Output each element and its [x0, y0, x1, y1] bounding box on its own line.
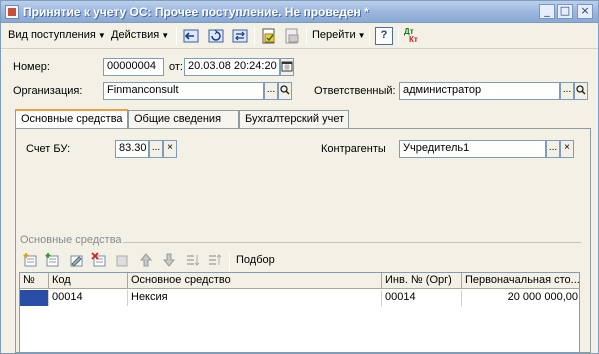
- contractors-clear-button[interactable]: ×: [560, 140, 574, 158]
- column-header-asset[interactable]: Основное средство: [128, 273, 382, 289]
- account-field[interactable]: 83.30: [115, 140, 149, 158]
- row-number-cell[interactable]: [20, 290, 49, 306]
- maximize-button[interactable]: □: [557, 4, 573, 19]
- inventory-cell[interactable]: 00014: [382, 290, 462, 306]
- section-divider: [123, 242, 581, 243]
- toolbar-separator: [398, 27, 399, 45]
- toolbar-separator: [176, 27, 177, 45]
- toolbar: Вид поступления▼ Действия▼ Перейти▼ ?: [1, 24, 598, 49]
- post-document-icon[interactable]: [260, 27, 278, 45]
- contractors-field[interactable]: Учредитель1: [399, 140, 546, 158]
- tab-accounting[interactable]: Бухгалтерский учет: [239, 110, 349, 128]
- dropdown-arrow-icon: ▼: [97, 31, 106, 40]
- responsible-open-button[interactable]: [574, 82, 588, 100]
- delete-row-icon[interactable]: [90, 251, 108, 269]
- dropdown-arrow-icon: ▼: [357, 31, 366, 40]
- table-header: № Код Основное средство Инв. № (Орг) Пер…: [20, 273, 581, 289]
- window-title: Принятие к учету ОС: Прочее поступление.…: [23, 5, 369, 19]
- number-label: Номер:: [13, 61, 50, 73]
- column-header-initial-cost[interactable]: Первоначальная сто...: [462, 273, 581, 289]
- title-bar: Принятие к учету ОС: Прочее поступление.…: [1, 1, 598, 23]
- go-back-icon[interactable]: [182, 27, 200, 45]
- number-field[interactable]: 00000004: [103, 58, 164, 76]
- code-cell[interactable]: 00014: [49, 290, 128, 306]
- contractors-select-button[interactable]: ...: [546, 140, 560, 158]
- assets-table: № Код Основное средство Инв. № (Орг) Пер…: [19, 272, 580, 353]
- account-clear-button[interactable]: ×: [163, 140, 177, 158]
- date-label: от:: [169, 61, 183, 73]
- organization-label: Организация:: [13, 85, 83, 97]
- edit-row-icon[interactable]: [67, 251, 85, 269]
- close-button[interactable]: ×: [577, 4, 593, 19]
- menu-actions[interactable]: Действия ▼: [111, 29, 169, 41]
- organization-field[interactable]: Finmanconsult: [103, 82, 264, 100]
- move-down-icon[interactable]: [160, 251, 178, 269]
- document-window: Принятие к учету ОС: Прочее поступление.…: [0, 0, 599, 354]
- document-icon: [5, 5, 19, 19]
- column-header-code[interactable]: Код: [49, 273, 128, 289]
- responsible-select-button[interactable]: ...: [560, 82, 574, 100]
- toolbar-separator: [369, 27, 370, 45]
- responsible-label: Ответственный:: [314, 85, 396, 97]
- menu-actions-label: Действия: [111, 29, 160, 41]
- initial-cost-cell[interactable]: 20 000 000,00: [462, 290, 581, 306]
- sort-descending-icon[interactable]: [206, 251, 224, 269]
- account-label: Счет БУ:: [26, 143, 71, 155]
- move-up-icon[interactable]: [137, 251, 155, 269]
- column-header-inventory[interactable]: Инв. № (Орг): [382, 273, 462, 289]
- add-row-icon[interactable]: [21, 251, 39, 269]
- responsible-field[interactable]: администратор: [399, 82, 560, 100]
- date-field[interactable]: 20.03.08 20:24:20: [184, 58, 280, 76]
- toolbar-separator: [306, 27, 307, 45]
- menu-receipt-type[interactable]: Вид поступления ▼: [8, 29, 106, 41]
- help-icon[interactable]: ?: [375, 27, 393, 45]
- pick-button[interactable]: Подбор: [236, 254, 275, 266]
- kt-label: Кт: [409, 35, 418, 44]
- sort-ascending-icon[interactable]: [184, 251, 202, 269]
- column-header-number[interactable]: №: [20, 273, 49, 289]
- calendar-button[interactable]: [280, 58, 294, 76]
- organization-open-button[interactable]: [278, 82, 292, 100]
- menu-goto[interactable]: Перейти ▼: [312, 29, 366, 41]
- account-select-button[interactable]: ...: [149, 140, 163, 158]
- search-icon: [280, 85, 290, 95]
- contractors-label: Контрагенты: [321, 143, 386, 155]
- tab-fixed-assets[interactable]: Основные средства: [15, 109, 128, 128]
- refresh-icon[interactable]: [207, 27, 225, 45]
- tab-general-info[interactable]: Общие сведения: [128, 110, 239, 128]
- exchange-icon[interactable]: [231, 27, 249, 45]
- end-edit-icon[interactable]: [113, 251, 131, 269]
- calendar-icon: [281, 61, 293, 72]
- search-icon: [576, 85, 586, 95]
- minimize-button[interactable]: _: [539, 4, 555, 19]
- asset-cell[interactable]: Нексия: [128, 290, 382, 306]
- menu-receipt-type-label: Вид поступления: [8, 29, 96, 41]
- organization-select-button[interactable]: ...: [264, 82, 278, 100]
- toolbar-separator: [229, 253, 230, 271]
- dropdown-arrow-icon: ▼: [161, 31, 170, 40]
- toolbar-separator: [254, 27, 255, 45]
- copy-row-icon[interactable]: [43, 251, 61, 269]
- section-title: Основные средства: [20, 234, 122, 246]
- unpost-document-icon[interactable]: [283, 27, 301, 45]
- menu-goto-label: Перейти: [312, 29, 356, 41]
- dt-kt-icon[interactable]: Дт Кт: [403, 27, 421, 45]
